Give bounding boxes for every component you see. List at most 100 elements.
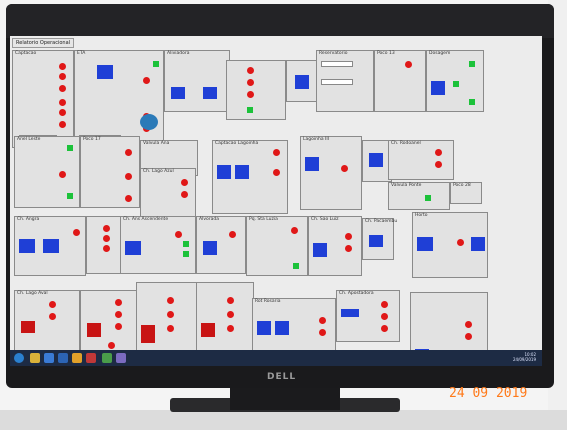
tab-relatorio[interactable]: Relatorio Operacional bbox=[12, 38, 75, 48]
panel-valvula-ponte: Valvula Ponte bbox=[388, 182, 450, 210]
pump-off-indicator bbox=[181, 191, 188, 198]
value-field bbox=[321, 61, 353, 67]
panel-sta-luzia: Pq. Sta Luzia bbox=[246, 216, 308, 276]
panel-title: Ch. Apostadora bbox=[339, 291, 374, 296]
pump-off-indicator bbox=[125, 149, 132, 156]
pump-off-indicator bbox=[59, 109, 66, 116]
pump-on-indicator bbox=[469, 61, 475, 67]
monitor-screen: Relatorio Operacional Captacao ETA Alivi… bbox=[10, 36, 542, 366]
pump-off-indicator bbox=[167, 325, 174, 332]
panel-title: Reservatorio bbox=[319, 51, 348, 56]
panel-title: Poco 13 bbox=[377, 51, 395, 56]
pump-off-indicator bbox=[291, 227, 298, 234]
panel-captacao: Captacao bbox=[12, 50, 74, 148]
pump-off-indicator bbox=[125, 195, 132, 202]
tank-level bbox=[97, 65, 113, 79]
panel-apostadora: Ch. Apostadora bbox=[336, 290, 400, 342]
clock-date: 24/09/2019 bbox=[512, 357, 536, 362]
panel-eta: ETA bbox=[74, 50, 164, 148]
monitor-stand-neck bbox=[230, 388, 340, 410]
pump-off-indicator bbox=[115, 299, 122, 306]
pump-off-indicator bbox=[125, 173, 132, 180]
panel-title: Horto bbox=[415, 213, 428, 218]
pump-off-indicator bbox=[319, 317, 326, 324]
pump-off-indicator bbox=[381, 313, 388, 320]
pump-off-indicator bbox=[59, 73, 66, 80]
tank-level bbox=[171, 87, 185, 99]
scada-icon[interactable] bbox=[102, 353, 112, 363]
pump-off-indicator bbox=[247, 67, 254, 74]
panel-poco-17: Poco 17 bbox=[80, 136, 140, 208]
browser-icon[interactable] bbox=[44, 353, 54, 363]
panel-captacao-lagoinha: Captacao Lagoinha bbox=[212, 140, 288, 214]
panel-title: Ch. Lago Aval bbox=[17, 291, 48, 296]
tank-level bbox=[369, 235, 383, 247]
media-icon[interactable] bbox=[72, 353, 82, 363]
ie-icon[interactable] bbox=[58, 353, 68, 363]
panel-title: Aliviadora bbox=[167, 51, 190, 56]
tank-level bbox=[19, 239, 35, 253]
panel-title: Ch. Lago Azul bbox=[143, 169, 174, 174]
pump-off-indicator bbox=[227, 297, 234, 304]
panel-horto: Horto bbox=[412, 212, 488, 278]
pump-on-indicator bbox=[183, 241, 189, 247]
panel-title: ETA bbox=[77, 51, 86, 56]
desk-surface bbox=[0, 410, 567, 430]
pump-off-indicator bbox=[115, 323, 122, 330]
pump-on-indicator bbox=[153, 61, 159, 67]
panel-title: Ch. Rodoanel bbox=[391, 141, 421, 146]
pump-off-indicator bbox=[103, 235, 110, 242]
pump-on-indicator bbox=[469, 99, 475, 105]
pump-off-indicator bbox=[435, 161, 442, 168]
pump-off-indicator bbox=[345, 245, 352, 252]
pump-off-indicator bbox=[229, 231, 236, 238]
pump-off-indicator bbox=[59, 99, 66, 106]
tank-level bbox=[417, 237, 433, 251]
tank-level bbox=[471, 237, 485, 251]
pump-off-indicator bbox=[381, 325, 388, 332]
panel-rodoanel: Ch. Rodoanel bbox=[388, 140, 454, 180]
panel-tank-mid bbox=[286, 60, 318, 102]
panel-alvorada: Alvorada bbox=[196, 216, 246, 274]
tank-level bbox=[257, 321, 271, 335]
reservoir-alarm bbox=[21, 321, 35, 333]
panel-title: Captacao bbox=[15, 51, 37, 56]
tank-level bbox=[217, 165, 231, 179]
panel-title: Poco 17 bbox=[83, 137, 101, 142]
app-icon[interactable] bbox=[86, 353, 96, 363]
photo-date-stamp: 24 09 2019 bbox=[449, 386, 528, 401]
monitor-brand-logo: DELL bbox=[267, 372, 297, 382]
panel-title: Ch. Sao Luiz bbox=[311, 217, 339, 222]
pump-off-indicator bbox=[319, 329, 326, 336]
pump-off-indicator bbox=[227, 325, 234, 332]
folder-icon[interactable] bbox=[30, 353, 40, 363]
network-icon[interactable] bbox=[116, 353, 126, 363]
pump-off-indicator bbox=[108, 342, 115, 349]
tank-level bbox=[313, 243, 327, 257]
tank-level bbox=[125, 241, 141, 255]
pump-off-indicator bbox=[103, 225, 110, 232]
panel-ans-ascendente: Ch. Ans Ascendente bbox=[120, 216, 196, 274]
panel-poco-13: Poco 13 bbox=[374, 50, 426, 112]
pump-off-indicator bbox=[465, 333, 472, 340]
pump-off-indicator bbox=[247, 79, 254, 86]
pump-off-indicator bbox=[167, 311, 174, 318]
panel-title: Rot Rosaria bbox=[255, 299, 281, 304]
panel-dosagem: Dosagem bbox=[426, 50, 484, 112]
company-logo bbox=[140, 114, 158, 130]
panel-title: Valvula Ponte bbox=[391, 183, 422, 188]
panel-title: Ch. Angra bbox=[17, 217, 40, 222]
tank-level bbox=[295, 75, 309, 89]
pump-off-indicator bbox=[341, 165, 348, 172]
pump-off-indicator bbox=[143, 77, 150, 84]
reservoir-alarm bbox=[87, 323, 101, 337]
panel-aliviadora: Aliviadora bbox=[164, 50, 230, 112]
pump-on-indicator bbox=[67, 145, 73, 151]
pump-off-indicator bbox=[59, 85, 66, 92]
start-icon[interactable] bbox=[14, 353, 24, 363]
panel-lago-azul: Ch. Lago Azul bbox=[140, 168, 196, 220]
panel-reservatorio: Reservatorio bbox=[316, 50, 374, 112]
pump-off-indicator bbox=[103, 245, 110, 252]
pump-off-indicator bbox=[405, 61, 412, 68]
tank-level bbox=[341, 309, 359, 317]
